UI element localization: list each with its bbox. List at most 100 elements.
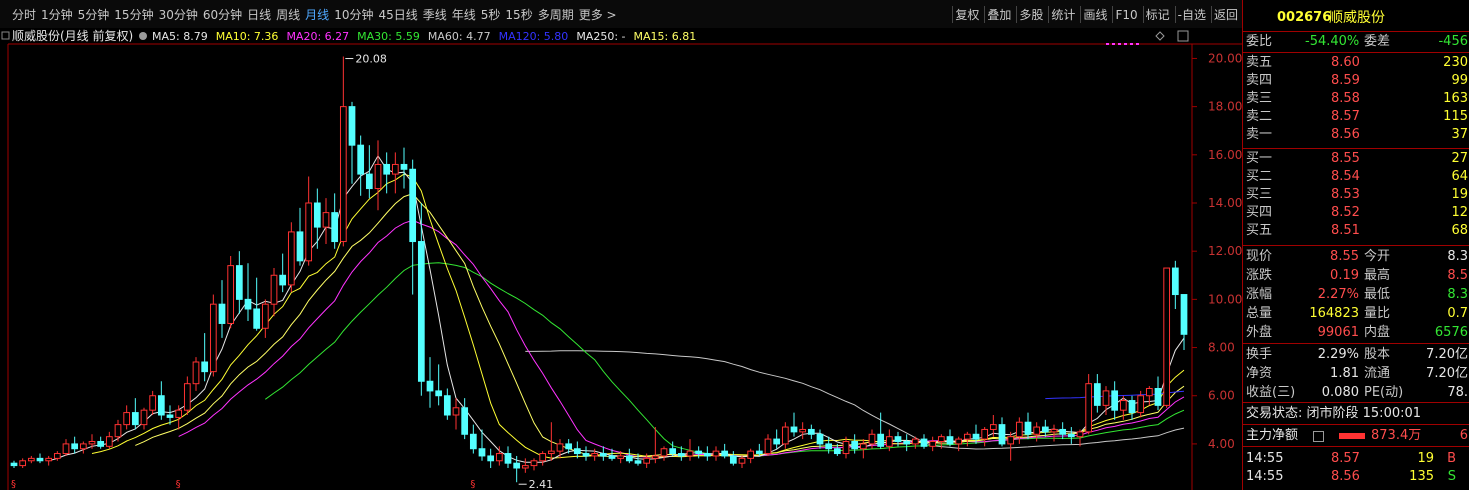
ask-row: 卖一 8.56 37 — [1243, 126, 1469, 144]
period-tab[interactable]: 5分钟 — [78, 0, 110, 28]
bid-level: 买一 — [1246, 151, 1273, 166]
period-tab[interactable]: 10分钟 — [334, 0, 373, 28]
quote-label: 量比 — [1364, 306, 1391, 321]
toolbar-button[interactable]: 返回 — [1214, 0, 1238, 28]
quote-panel: 002676 顺威股份 委比 -54.40% 委差 -456 卖五 8.60 230 卖四 8.59… — [1242, 0, 1469, 490]
quote-value: 8.5 — [1447, 268, 1468, 283]
toolbar-separator — [1016, 6, 1018, 23]
y-tick-label: 16.00 — [1208, 148, 1242, 162]
fund-row: 换手 2.29% 股本 7.20亿 — [1243, 346, 1469, 364]
candle — [287, 222, 295, 293]
event-marker-icon[interactable]: § — [176, 479, 181, 490]
period-tab[interactable]: 15分钟 — [114, 0, 153, 28]
ma-legend-item: MA250: - — [576, 30, 625, 43]
fund-row: 净资 1.81 流通 7.20亿 — [1243, 365, 1469, 383]
period-tab[interactable]: 月线 — [305, 0, 329, 28]
quote-row: 现价 8.55 今开 8.3 — [1243, 248, 1469, 266]
toolbar-button[interactable]: 标记 — [1146, 0, 1170, 28]
fund-label: 净资 — [1246, 366, 1273, 381]
period-tab[interactable]: 45日线 — [378, 0, 417, 28]
ask-volume: 230 — [1443, 55, 1468, 70]
weicha-value: -456 — [1438, 34, 1468, 49]
quote-label: 现价 — [1246, 249, 1273, 264]
fund-label: 流通 — [1364, 366, 1391, 381]
y-tick-label: 18.00 — [1208, 100, 1242, 114]
y-tick-label: 12.00 — [1208, 244, 1242, 258]
period-tab[interactable]: 日线 — [247, 0, 271, 28]
quote-row: 涨幅 2.27% 最低 8.3 — [1243, 286, 1469, 304]
period-toolbar: 分时 1分钟 5分钟 15分钟 30分钟 60分钟 日线 周线 月线 10分钟 45日线 季线 年线 5秒… — [0, 0, 1242, 29]
period-tab[interactable]: 30分钟 — [159, 0, 198, 28]
quote-label: 今开 — [1364, 249, 1391, 264]
toolbar-button[interactable]: F10 — [1115, 0, 1137, 28]
weicha-label: 委差 — [1364, 34, 1391, 49]
fund-row: 收益(三) 0.080 PE(动) 78. — [1243, 384, 1469, 402]
dots-icon — [1136, 43, 1139, 45]
weibi-label: 委比 — [1246, 34, 1273, 49]
ask-row: 卖三 8.58 163 — [1243, 90, 1469, 108]
toolbar-button[interactable]: 叠加 — [987, 0, 1011, 28]
kline-chart[interactable]: 20.00 18.00 16.00 14.00 12.00 10.00 8.00 6.00 4.… — [0, 28, 1242, 490]
toolbar-button[interactable]: 统计 — [1051, 0, 1075, 28]
period-tab[interactable]: 分时 — [12, 0, 36, 28]
dots-icon — [1106, 43, 1109, 45]
bid-price: 8.52 — [1331, 205, 1360, 220]
y-tick-label: 10.00 — [1208, 292, 1242, 306]
bid-volume: 27 — [1451, 151, 1468, 166]
trade-status: 交易状态: 闭市阶段 15:00:01 — [1243, 405, 1469, 423]
bid-volume: 64 — [1451, 169, 1468, 184]
ma-legend-item: MA30: 5.59 — [357, 30, 420, 43]
bid-row: 买一 8.55 27 — [1243, 150, 1469, 168]
bid-volume: 19 — [1451, 187, 1468, 202]
tick-row: 14:55 8.57 19 B — [1243, 450, 1469, 468]
toolbar-separator — [1142, 6, 1144, 23]
bid-volume: 68 — [1451, 223, 1468, 238]
period-tab[interactable]: 5秒 — [481, 0, 501, 28]
period-tab[interactable]: 60分钟 — [203, 0, 242, 28]
toolbar-button[interactable]: -自选 — [1178, 0, 1206, 28]
bid-price: 8.53 — [1331, 187, 1360, 202]
quote-label: 总量 — [1246, 306, 1273, 321]
quote-value: 0.7 — [1447, 306, 1468, 321]
period-tab[interactable]: 1分钟 — [41, 0, 73, 28]
period-tab[interactable]: 15秒 — [505, 0, 532, 28]
y-tick-label: 14.00 — [1208, 196, 1242, 210]
panel-divider — [1243, 245, 1469, 246]
toolbar-separator — [952, 6, 954, 23]
event-marker-icon[interactable]: § — [470, 479, 475, 490]
toolbar-button[interactable]: 复权 — [955, 0, 979, 28]
quote-row: 涨跌 0.19 最高 8.5 — [1243, 267, 1469, 285]
dots-icon — [1118, 43, 1121, 45]
list-icon[interactable] — [1313, 431, 1324, 442]
period-tab[interactable]: 多周期 — [538, 0, 574, 28]
toolbar-separator — [1048, 6, 1050, 23]
period-tab[interactable]: 年线 — [452, 0, 476, 28]
ma-legend-item: MA15: 6.81 — [634, 30, 697, 43]
bid-volume: 12 — [1451, 205, 1468, 220]
panel-divider — [1243, 31, 1469, 32]
tick-price: 8.56 — [1331, 469, 1360, 484]
toolbar-separator — [1174, 6, 1176, 23]
toolbar-button[interactable]: 画线 — [1083, 0, 1107, 28]
fund-value: 0.080 — [1321, 385, 1359, 400]
period-tab[interactable]: 周线 — [276, 0, 300, 28]
event-marker-icon[interactable]: § — [11, 479, 16, 490]
quote-value: 164823 — [1309, 306, 1359, 321]
indicator-settings-icon[interactable] — [139, 32, 147, 40]
fund-label: 换手 — [1246, 347, 1273, 362]
quote-row: 外盘 99061 内盘 6576 — [1243, 324, 1469, 342]
toolbar-button[interactable]: 多股 — [1019, 0, 1043, 28]
bid-row: 买三 8.53 19 — [1243, 186, 1469, 204]
trade-status-text: 交易状态: 闭市阶段 15:00:01 — [1246, 406, 1422, 421]
tick-row: 14:55 8.56 135 S — [1243, 468, 1469, 486]
ma-legend: 顺威股份(月线 前复权) MA5: 8.79 MA10: 7.36 MA20: 6.2… — [1, 28, 697, 43]
period-tab[interactable]: 季线 — [423, 0, 447, 28]
ma-legend-item: MA10: 7.36 — [216, 30, 279, 43]
fund-value: 7.20亿 — [1426, 366, 1468, 381]
bid-price: 8.55 — [1331, 151, 1360, 166]
tick-side: S — [1447, 469, 1456, 484]
period-tab[interactable]: 更多 > — [579, 0, 617, 28]
fund-label: 收益(三) — [1246, 385, 1296, 400]
panel-divider — [1243, 424, 1469, 425]
tick-time: 14:55 — [1246, 469, 1284, 484]
